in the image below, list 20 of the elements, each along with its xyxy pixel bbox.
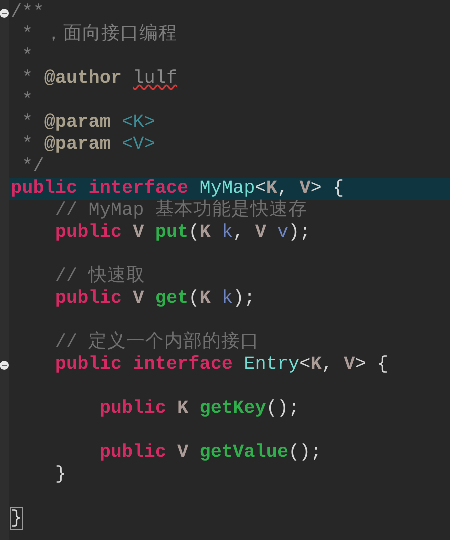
code-line: public V get(K k); <box>54 288 256 310</box>
code-line: public K getKey(); <box>98 398 300 420</box>
code-line: * <box>21 90 34 112</box>
code-line: // MyMap 基本功能是快速存 <box>54 200 308 222</box>
code-line: */ <box>21 156 44 178</box>
code-line: } <box>10 508 22 530</box>
fold-icon[interactable] <box>0 360 9 370</box>
code-line: * <box>21 46 34 68</box>
code-line: * ，面向接口编程 <box>21 24 178 46</box>
code-line: * @author lulf <box>21 68 178 90</box>
code-line: } <box>54 464 67 486</box>
code-line: * @param <V> <box>21 134 156 156</box>
code-line: public interface Entry<K, V> { <box>54 354 389 376</box>
code-line: public V getValue(); <box>98 442 322 464</box>
fold-icon[interactable] <box>0 8 9 18</box>
code-line: // 定义一个内部的接口 <box>54 332 260 354</box>
code-line: * @param <K> <box>21 112 156 134</box>
code-line: /** <box>10 2 44 24</box>
code-line: public V put(K k, V v); <box>54 222 311 244</box>
code-line: // 快速取 <box>54 266 146 288</box>
